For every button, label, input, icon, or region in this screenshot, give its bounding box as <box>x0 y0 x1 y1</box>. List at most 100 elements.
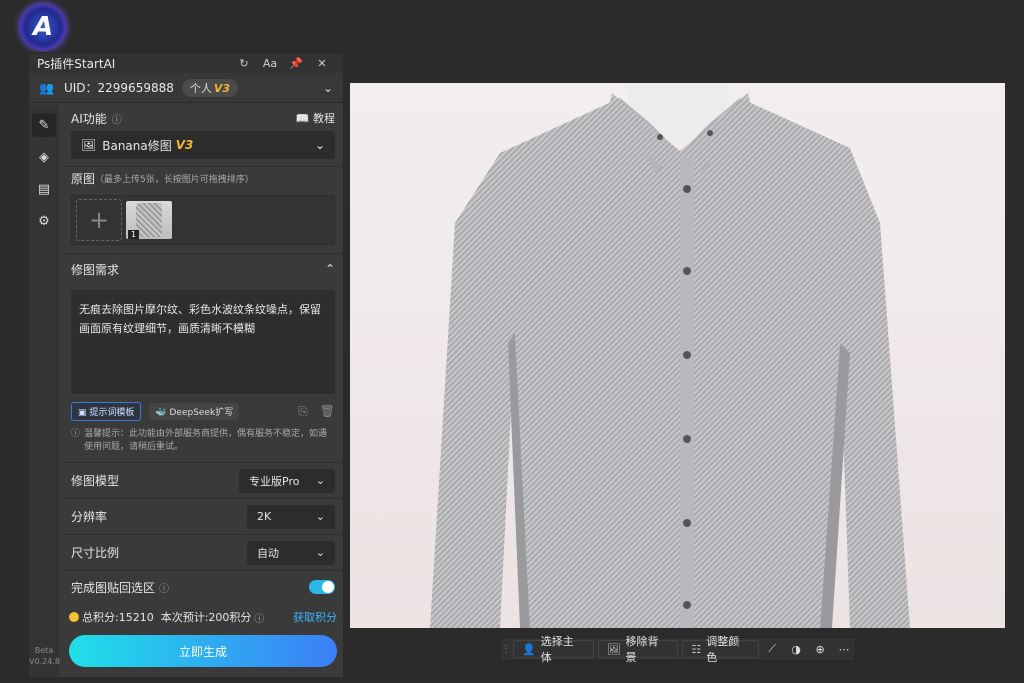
transform-icon[interactable]: ⟋ <box>761 642 783 656</box>
original-image-section: 原图 （最多上传5张，长按图片可拖拽排序） + 1 <box>63 167 343 254</box>
panel-titlebar: Ps插件StartAI ↻ Aa 📌 ✕ <box>29 53 343 73</box>
ratio-row: 尺寸比例 自动 ⌄ <box>63 535 343 571</box>
notice-text: 温馨提示：此功能由外部服务商提供，偶有服务不稳定，如遇使用问题，请稍后重试。 <box>84 429 328 452</box>
remove-bg-label: 移除背景 <box>625 635 659 664</box>
chevron-up-icon[interactable]: ⌃ <box>325 262 335 276</box>
plan-badge: 个人 V3 <box>181 78 239 97</box>
plugin-panel: Ps插件StartAI ↻ Aa 📌 ✕ 👥 UID：2299659888 个人… <box>28 52 344 678</box>
ai-model-select[interactable]: 🖼 Banana修图 V3 ⌄ <box>71 131 335 159</box>
add-image-button[interactable]: + <box>76 199 122 241</box>
ratio-select[interactable]: 自动 ⌄ <box>247 540 335 565</box>
chevron-down-icon: ⌄ <box>315 546 325 559</box>
coin-icon <box>69 612 79 622</box>
info-icon[interactable]: ⓘ <box>254 610 264 625</box>
person-icon: 👤 <box>522 642 536 656</box>
model-row: 修图模型 专业版Pro ⌄ <box>63 463 343 499</box>
deepseek-expand-button[interactable]: 🐳 DeepSeek扩写 <box>149 402 240 420</box>
image-thumbnail[interactable]: 1 <box>126 201 172 239</box>
template-icon: ▣ <box>78 407 87 418</box>
ratio-value: 自动 <box>257 546 279 560</box>
total-credits: 总积分:15210 <box>82 611 154 624</box>
upload-area: + 1 <box>71 195 335 245</box>
get-credits-link[interactable]: 获取积分 <box>293 609 337 625</box>
select-subject-button[interactable]: 👤 选择主体 <box>513 635 594 664</box>
user-bar: 👥 UID：2299659888 个人 V3 ⌄ <box>29 73 343 103</box>
logo-letter: A <box>32 12 54 42</box>
select-subject-label: 选择主体 <box>540 635 574 664</box>
tutorial-link[interactable]: 📖 教程 <box>296 110 335 126</box>
image-icon: 🖼 <box>81 138 97 152</box>
request-textarea[interactable]: 无痕去除图片摩尔纹、彩色水波纹条纹噪点，保留画面原有纹理细节，画质清晰不模糊 <box>71 290 335 394</box>
tutorial-label: 教程 <box>313 112 335 125</box>
chevron-down-icon[interactable]: ⌄ <box>323 81 333 95</box>
template-label: 提示词模板 <box>89 407 135 418</box>
ai-model-version: V3 <box>175 138 194 152</box>
prompt-template-button[interactable]: ▣ 提示词模板 <box>71 401 142 421</box>
context-toolbar: ⋮ 👤 选择主体 🖼 移除背景 ☷ 调整颜色 ⟋ ◑ ⊕ ⋯ <box>500 635 856 664</box>
original-hint: （最多上传5张，长按图片可拖拽排序） <box>95 174 254 185</box>
pin-icon[interactable]: 📌 <box>283 57 309 70</box>
ai-function-section: AI功能 ⓘ 📖 教程 🖼 Banana修图 V3 ⌄ <box>63 105 343 167</box>
panel-title: Ps插件StartAI <box>37 56 116 71</box>
resolution-label: 分辨率 <box>71 510 108 524</box>
deepseek-icon: 🐳 <box>155 407 167 418</box>
shirt-thumbnail-image <box>136 203 162 237</box>
deepseek-label: DeepSeek扩写 <box>169 407 234 418</box>
gear-icon[interactable]: ⚙ <box>32 209 56 233</box>
ratio-label: 尺寸比例 <box>71 546 120 560</box>
plan-version: V3 <box>213 81 231 95</box>
paste-back-label: 完成图贴回选区 <box>71 580 156 595</box>
edit-icon[interactable]: ✎ <box>32 113 56 137</box>
original-label: 原图 <box>71 171 96 186</box>
side-nav: ✎ ◈ ▤ ⚙ Beta V0.24.8 <box>29 105 60 677</box>
request-tools: ▣ 提示词模板 🐳 DeepSeek扩写 ⎘ 🗑 <box>63 400 343 422</box>
shirt-photo <box>430 83 910 628</box>
layers-icon[interactable]: ◈ <box>32 145 56 169</box>
request-text: 无痕去除图片摩尔纹、彩色水波纹条纹噪点，保留画面原有纹理细节，画质清晰不模糊 <box>79 303 321 335</box>
font-size-icon[interactable]: Aa <box>257 57 283 70</box>
image-icon: 🖼 <box>606 642 621 656</box>
trash-icon[interactable]: 🗑 <box>320 404 335 419</box>
resolution-select[interactable]: 2K ⌄ <box>247 504 335 529</box>
drag-handle-icon[interactable]: ⋮ <box>501 644 511 655</box>
document-icon[interactable]: ▤ <box>32 177 56 201</box>
ai-function-label: AI功能 <box>71 111 107 126</box>
credits-row: 总积分:15210 本次预计:200积分 ⓘ 获取积分 <box>63 607 343 627</box>
remove-background-button[interactable]: 🖼 移除背景 <box>597 635 679 664</box>
more-icon[interactable]: ⋯ <box>833 643 855 656</box>
resolution-row: 分辨率 2K ⌄ <box>63 499 343 535</box>
panel-content: AI功能 ⓘ 📖 教程 🖼 Banana修图 V3 ⌄ 原图 （最多上传5张，长… <box>63 105 343 677</box>
chevron-down-icon: ⌄ <box>315 510 325 523</box>
info-icon[interactable]: ⓘ <box>159 580 169 595</box>
startai-logo[interactable]: A <box>20 4 66 50</box>
resolution-value: 2K <box>257 510 272 523</box>
adjust-color-button[interactable]: ☷ 调整颜色 <box>682 635 760 664</box>
add-layer-icon[interactable]: ⊕ <box>809 643 831 656</box>
ai-model-value: Banana修图 <box>102 138 172 153</box>
adjust-color-label: 调整颜色 <box>706 635 740 664</box>
paste-back-row: 完成图贴回选区 ⓘ <box>63 571 343 603</box>
version-beta: Beta <box>34 646 54 655</box>
generate-button[interactable]: 立即生成 <box>69 635 337 667</box>
sliders-icon: ☷ <box>691 642 702 656</box>
info-icon[interactable]: ⓘ <box>112 111 122 126</box>
model-value: 专业版Pro <box>249 474 300 488</box>
model-label: 修图模型 <box>71 474 120 488</box>
estimated-credits: 本次预计:200积分 <box>160 611 252 624</box>
plan-label: 个人 <box>189 81 212 95</box>
notice: ⓘ 温馨提示：此功能由外部服务商提供，偶有服务不稳定，如遇使用问题，请稍后重试。 <box>63 422 343 462</box>
chevron-down-icon: ⌄ <box>315 474 325 487</box>
paste-back-toggle[interactable] <box>309 580 335 594</box>
panel-footer: 总积分:15210 本次预计:200积分 ⓘ 获取积分 立即生成 <box>63 607 343 677</box>
close-icon[interactable]: ✕ <box>309 57 335 70</box>
chevron-down-icon: ⌄ <box>314 138 325 152</box>
history-icon[interactable]: ⎘ <box>298 404 308 419</box>
info-icon: ⓘ <box>71 429 81 439</box>
book-icon: 📖 <box>295 112 310 125</box>
canvas-image[interactable] <box>350 83 1005 628</box>
model-select[interactable]: 专业版Pro ⌄ <box>239 468 335 493</box>
refresh-icon[interactable]: ↻ <box>231 57 257 70</box>
contrast-icon[interactable]: ◑ <box>785 643 807 656</box>
uid-text: UID：2299659888 <box>63 81 174 95</box>
version-label: Beta V0.24.8 <box>29 645 60 667</box>
